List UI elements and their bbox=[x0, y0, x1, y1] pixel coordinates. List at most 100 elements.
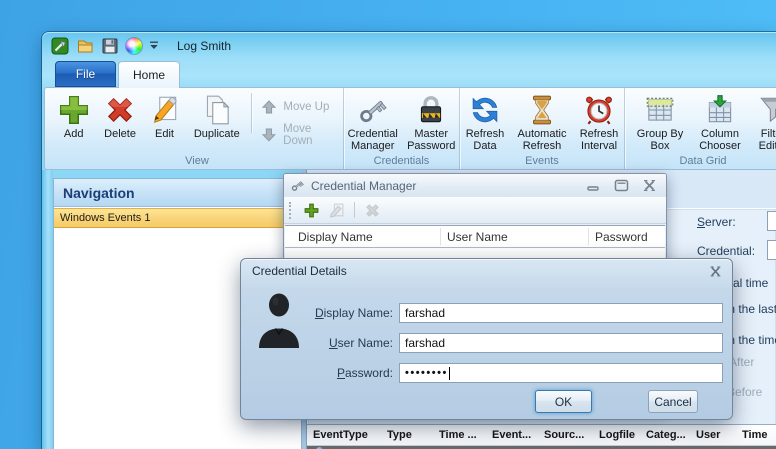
user-name-value: farshad bbox=[405, 336, 446, 350]
move-down-icon bbox=[261, 127, 277, 143]
refresh-interval-label: Refresh Interval bbox=[579, 128, 619, 152]
alarm-clock-icon bbox=[582, 93, 616, 127]
filter-editor-button[interactable]: Filter Editor bbox=[751, 91, 776, 152]
color-wheel-icon[interactable] bbox=[126, 38, 142, 54]
save-icon[interactable] bbox=[101, 37, 119, 55]
quick-access-toolbar bbox=[51, 37, 159, 55]
ribbon: Add Delete Edit Duplicate Move Up Move D… bbox=[44, 87, 776, 170]
refresh-interval-button[interactable]: Refresh Interval bbox=[574, 91, 624, 152]
credential-grid-header: Display Name User Name Password bbox=[285, 225, 665, 248]
delete-icon bbox=[103, 93, 137, 127]
nav-item-windows-events-1[interactable]: Windows Events 1 bbox=[54, 208, 301, 228]
open-folder-icon[interactable] bbox=[76, 37, 94, 55]
user-name-label: User Name: bbox=[328, 336, 393, 350]
column-separator[interactable] bbox=[440, 228, 441, 245]
data-grid-group-buttons: Group By Box Column Chooser Filter Edito… bbox=[625, 91, 776, 152]
add-credential-icon[interactable] bbox=[303, 202, 320, 219]
view-group-separator bbox=[251, 93, 253, 133]
minimize-icon[interactable] bbox=[585, 179, 602, 192]
close-icon[interactable] bbox=[641, 179, 658, 192]
duplicate-icon bbox=[200, 93, 234, 127]
credential-manager-window-buttons bbox=[585, 179, 658, 192]
credential-input[interactable] bbox=[767, 240, 776, 260]
column-chooser-button[interactable]: Column Chooser bbox=[691, 91, 749, 152]
tab-file-label: File bbox=[75, 67, 96, 81]
key-icon bbox=[356, 93, 390, 127]
add-label: Add bbox=[63, 128, 84, 140]
group-by-box-button[interactable]: Group By Box bbox=[631, 91, 689, 152]
grid-col-source[interactable]: Sourc... bbox=[544, 429, 595, 441]
refresh-icon bbox=[468, 93, 502, 127]
cancel-button[interactable]: Cancel bbox=[648, 390, 698, 413]
move-down-button[interactable]: Move Down bbox=[261, 123, 343, 147]
tab-home[interactable]: Home bbox=[118, 61, 180, 88]
password-input[interactable]: •••••••• bbox=[399, 363, 723, 383]
cm-col-password[interactable]: Password bbox=[595, 230, 648, 244]
refresh-data-button[interactable]: Refresh Data bbox=[460, 91, 510, 152]
navigation-panel-header: Navigation bbox=[54, 179, 301, 207]
credential-manager-label: Credential Manager bbox=[347, 128, 398, 152]
credentials-group-buttons: Credential Manager Master Password bbox=[344, 91, 459, 152]
toolbar-grip[interactable] bbox=[289, 201, 292, 219]
duplicate-button[interactable]: Duplicate bbox=[185, 91, 248, 140]
ribbon-group-data-grid: Group By Box Column Chooser Filter Edito… bbox=[625, 88, 776, 169]
display-name-input[interactable]: farshad bbox=[399, 303, 723, 323]
delete-credential-icon[interactable] bbox=[364, 202, 381, 219]
password-masked-value: •••••••• bbox=[405, 367, 448, 379]
credential-manager-button[interactable]: Credential Manager bbox=[344, 91, 401, 152]
grid-col-type[interactable]: Type bbox=[387, 429, 435, 441]
maximize-icon[interactable] bbox=[613, 179, 630, 192]
tab-file[interactable]: File bbox=[55, 61, 116, 87]
credential-manager-titlebar[interactable]: Credential Manager bbox=[284, 174, 666, 197]
window-title: Log Smith bbox=[177, 39, 232, 53]
credential-details-dialog: Credential Details Display Name: farshad… bbox=[240, 258, 733, 420]
automatic-refresh-label: Automatic Refresh bbox=[517, 128, 567, 152]
grid-col-time2[interactable]: Time bbox=[742, 429, 776, 441]
grid-col-user[interactable]: User bbox=[696, 429, 738, 441]
column-chooser-label: Column Chooser bbox=[699, 128, 741, 152]
grid-col-logfile[interactable]: Logfile bbox=[599, 429, 642, 441]
master-password-button[interactable]: Master Password bbox=[403, 91, 459, 152]
close-icon[interactable] bbox=[708, 264, 723, 277]
server-input[interactable] bbox=[767, 211, 776, 231]
group-label-credentials: Credentials bbox=[373, 155, 430, 167]
ribbon-group-events: Refresh Data Automatic Refresh Refresh I… bbox=[460, 88, 625, 169]
group-by-box-icon bbox=[643, 93, 677, 127]
user-name-input[interactable]: farshad bbox=[399, 333, 723, 353]
move-up-button[interactable]: Move Up bbox=[261, 99, 343, 115]
automatic-refresh-button[interactable]: Automatic Refresh bbox=[511, 91, 573, 152]
app-titlebar[interactable]: Log Smith bbox=[42, 32, 776, 60]
add-button[interactable]: Add bbox=[51, 91, 96, 140]
add-icon bbox=[57, 93, 91, 127]
group-by-box-label: Group By Box bbox=[636, 128, 684, 152]
credential-label: Credential: bbox=[697, 244, 756, 258]
group-label-view: View bbox=[185, 155, 209, 167]
move-buttons: Move Up Move Down bbox=[255, 91, 343, 147]
delete-button[interactable]: Delete bbox=[96, 91, 143, 140]
master-password-label: Master Password bbox=[407, 128, 456, 152]
grid-col-category[interactable]: Categ... bbox=[646, 429, 692, 441]
ribbon-group-view: Add Delete Edit Duplicate Move Up Move D… bbox=[51, 88, 344, 169]
grid-col-time1[interactable]: Time ... bbox=[439, 429, 488, 441]
move-down-label: Move Down bbox=[283, 123, 313, 147]
ribbon-group-credentials: Credential Manager Master Password Crede… bbox=[344, 88, 460, 169]
edit-credential-icon[interactable] bbox=[328, 202, 345, 219]
group-label-data-grid: Data Grid bbox=[679, 155, 727, 167]
tab-home-label: Home bbox=[132, 68, 165, 82]
grid-col-event[interactable]: Event... bbox=[492, 429, 540, 441]
column-chooser-icon bbox=[703, 93, 737, 127]
nav-item-label: Windows Events 1 bbox=[60, 212, 151, 224]
column-separator[interactable] bbox=[588, 228, 589, 245]
cancel-label: Cancel bbox=[654, 394, 692, 409]
credential-manager-toolbar bbox=[284, 197, 666, 224]
qat-dropdown-icon[interactable] bbox=[149, 37, 159, 55]
desktop: Log Smith File Home Add Delete Edit Dupl… bbox=[0, 0, 776, 449]
ok-button[interactable]: OK bbox=[535, 390, 592, 413]
password-label: Password: bbox=[336, 366, 393, 380]
cm-col-user-name[interactable]: User Name bbox=[447, 230, 508, 244]
app-logo-icon[interactable] bbox=[51, 37, 69, 55]
edit-button[interactable]: Edit bbox=[144, 91, 185, 140]
credential-manager-title: Credential Manager bbox=[311, 178, 417, 193]
grid-col-eventtype[interactable]: EventType bbox=[313, 429, 383, 441]
cm-col-display-name[interactable]: Display Name bbox=[298, 230, 373, 244]
